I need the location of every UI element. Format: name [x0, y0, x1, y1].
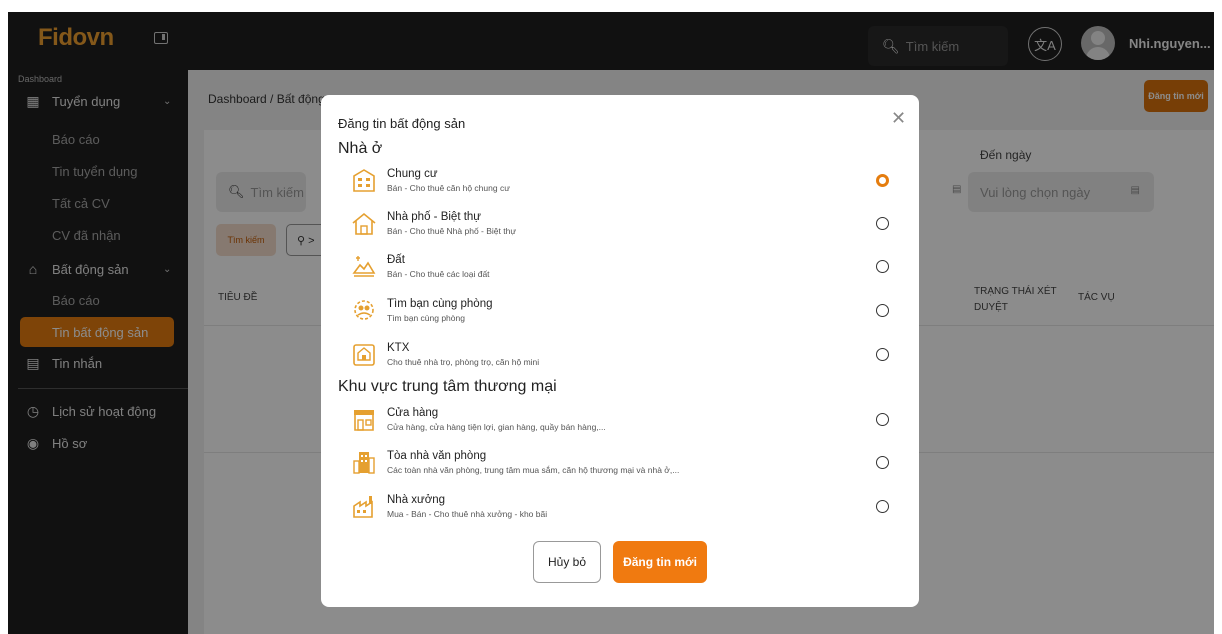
option-roommate[interactable]: Tìm bạn cùng phòng Tìm bạn cùng phòng: [351, 295, 901, 331]
option-description: Bán - Cho thuê Nhà phố - Biệt thự: [387, 226, 517, 236]
group-title-housing: Nhà ở: [338, 140, 383, 157]
cancel-button[interactable]: Hủy bỏ: [533, 541, 601, 583]
option-name: Chung cư: [387, 168, 438, 180]
land-icon: [352, 256, 376, 277]
radio-shop[interactable]: [876, 413, 889, 426]
radio-dormitory[interactable]: [876, 348, 889, 361]
app-frame: Fidovn 🔍︎ Tìm kiếm 文A Nhi.nguyen... Dash…: [8, 12, 1214, 634]
apartment-icon: [353, 169, 375, 192]
radio-roommate[interactable]: [876, 304, 889, 317]
option-name: Cửa hàng: [387, 407, 439, 419]
option-land[interactable]: Đất Bán - Cho thuê các loại đất: [351, 251, 901, 287]
radio-land[interactable]: [876, 260, 889, 273]
radio-apartment[interactable]: [876, 174, 889, 187]
factory-icon: [353, 496, 373, 518]
option-description: Bán - Cho thuê căn hộ chung cư: [387, 183, 510, 193]
option-name: Tìm bạn cùng phòng: [387, 298, 493, 310]
radio-villa[interactable]: [876, 217, 889, 230]
group-title-commercial: Khu vực trung tâm thương mại: [338, 378, 557, 395]
option-description: Mua - Bán - Cho thuê nhà xưởng - kho bãi: [387, 509, 548, 519]
option-name: Đất: [387, 254, 405, 266]
option-apartment[interactable]: Chung cư Bán - Cho thuê căn hộ chung cư: [351, 165, 901, 201]
option-name: Nhà xưởng: [387, 494, 446, 506]
shop-icon: [354, 410, 374, 431]
dormitory-icon: [353, 344, 375, 366]
submit-post-button[interactable]: Đăng tin mới: [613, 541, 707, 583]
roommate-icon: [354, 300, 374, 320]
option-description: Bán - Cho thuê các loại đất: [387, 269, 490, 279]
option-villa[interactable]: Nhà phố - Biệt thự Bán - Cho thuê Nhà ph…: [351, 208, 901, 244]
option-name: Tòa nhà văn phòng: [387, 450, 487, 462]
option-shop[interactable]: Cửa hàng Cửa hàng, cửa hàng tiện lợi, gi…: [351, 404, 901, 440]
modal-title: Đăng tin bất động sản: [338, 116, 466, 131]
option-dormitory[interactable]: KTX Cho thuê nhà trọ, phòng trọ, căn hộ …: [351, 339, 901, 375]
option-description: Các toàn nhà văn phòng, trung tâm mua sắ…: [387, 465, 680, 475]
villa-icon: [352, 212, 376, 235]
close-icon[interactable]: ✕: [891, 109, 906, 127]
option-office-building[interactable]: Tòa nhà văn phòng Các toàn nhà văn phòng…: [351, 447, 901, 483]
option-description: Cho thuê nhà trọ, phòng trọ, căn hộ mini: [387, 357, 540, 367]
radio-factory[interactable]: [876, 500, 889, 513]
option-factory[interactable]: Nhà xưởng Mua - Bán - Cho thuê nhà xưởng…: [351, 491, 901, 527]
option-description: Cửa hàng, cửa hàng tiện lợi, gian hàng, …: [387, 422, 606, 432]
option-description: Tìm bạn cùng phòng: [387, 313, 465, 323]
radio-office-building[interactable]: [876, 456, 889, 469]
post-real-estate-modal: Đăng tin bất động sản ✕ Nhà ở Chung cư B…: [321, 95, 919, 607]
option-name: KTX: [387, 342, 410, 354]
office-building-icon: [353, 452, 375, 474]
option-name: Nhà phố - Biệt thự: [387, 211, 481, 223]
